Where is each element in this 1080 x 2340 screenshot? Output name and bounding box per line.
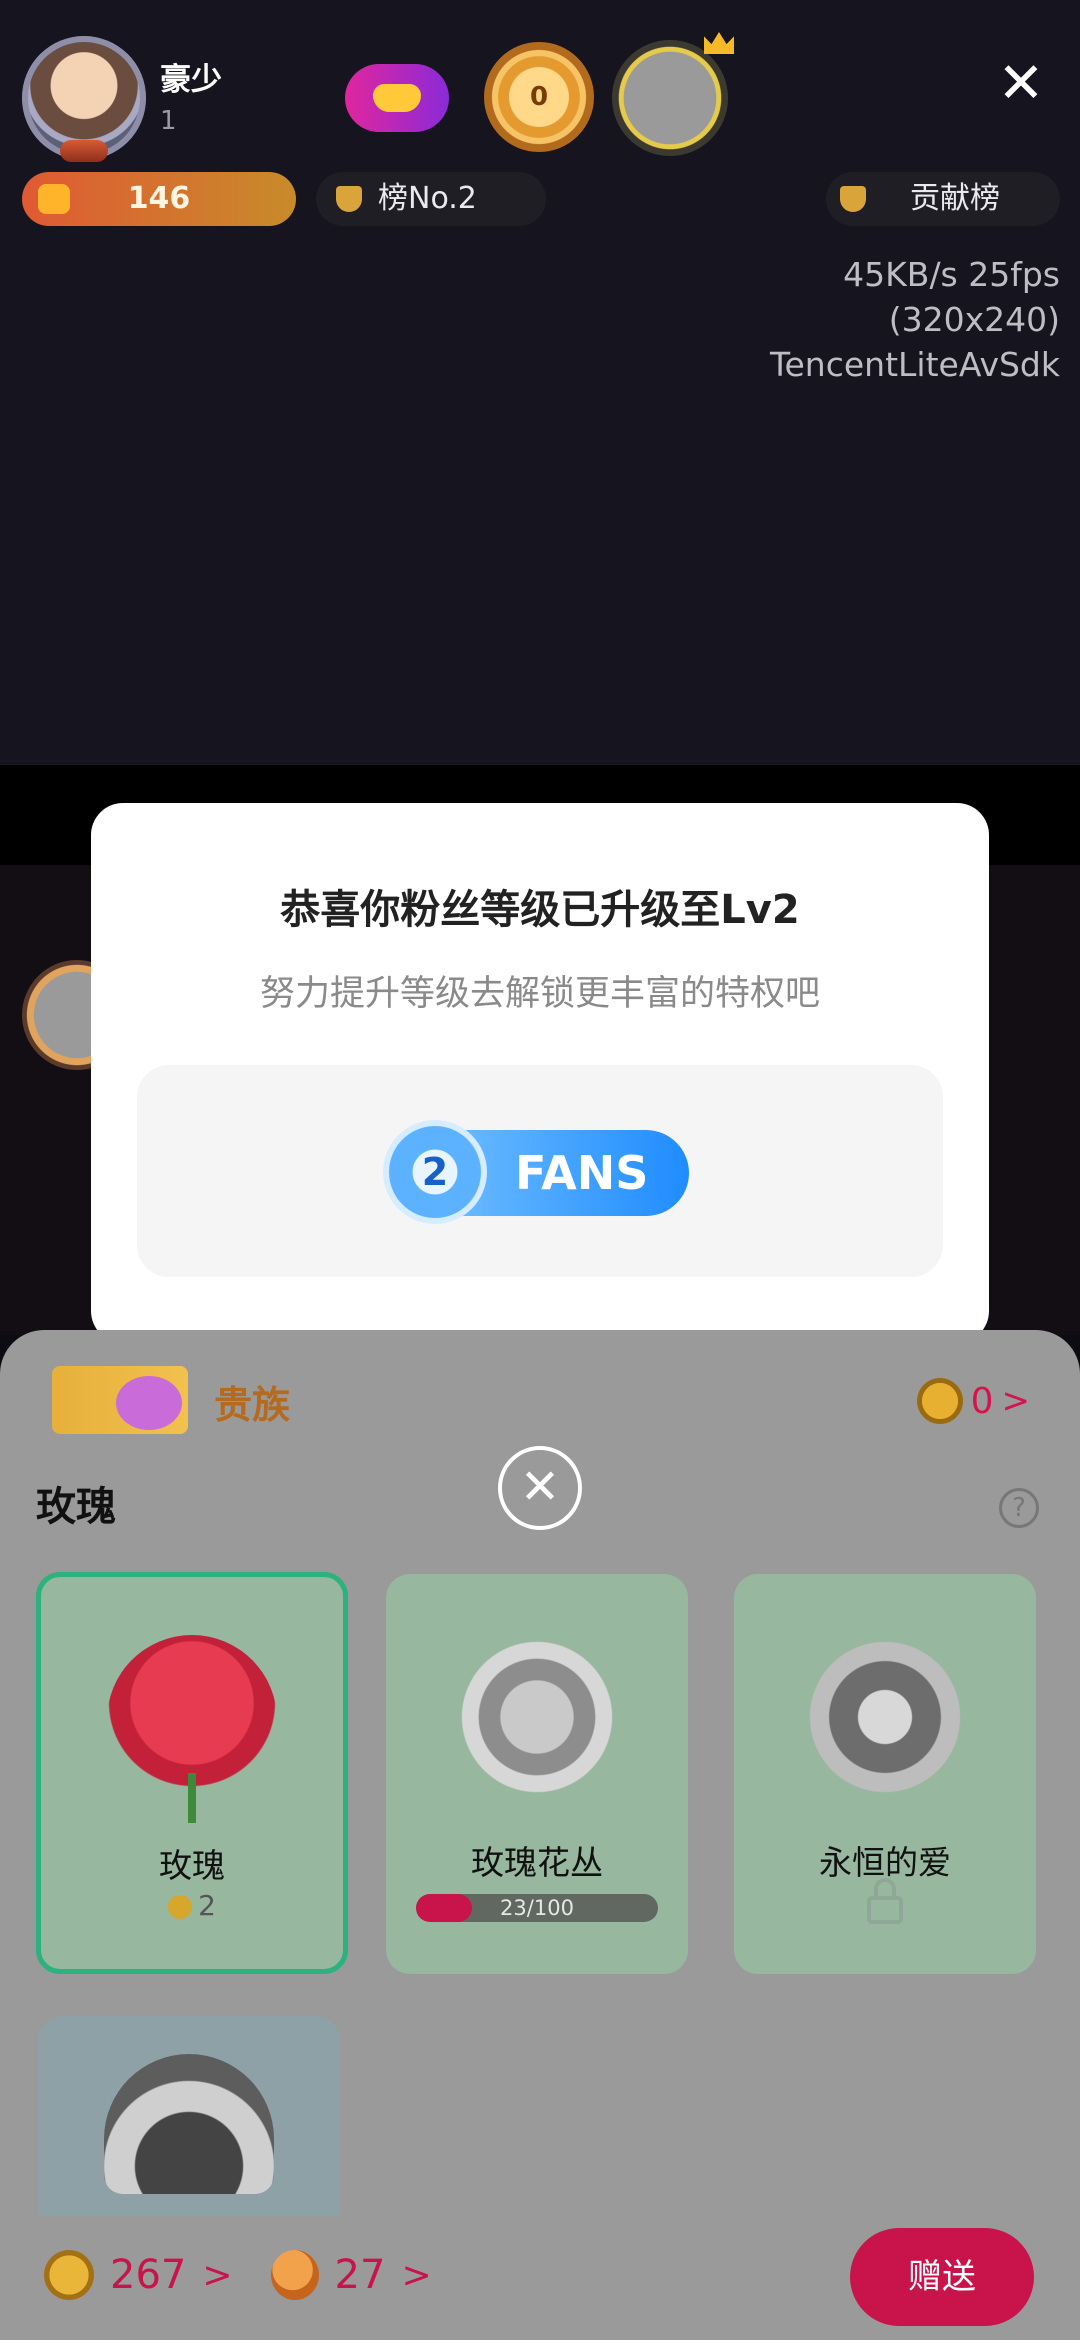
stats-sdk: TencentLiteAvSdk: [769, 345, 1060, 384]
heart-icon: 2: [383, 1120, 487, 1224]
eternal-love-icon: [800, 1632, 970, 1802]
fans-label: FANS: [515, 1146, 649, 1200]
rank-pill[interactable]: 榜No.2: [316, 172, 546, 226]
stats-resolution: (320x240): [888, 300, 1060, 339]
rose-stem: [188, 1773, 196, 1823]
umbrella-icon: [104, 2054, 274, 2194]
rank-label: 榜No.2: [378, 181, 477, 216]
close-icon[interactable]: ✕: [996, 56, 1046, 112]
gift-name: 永恒的爱: [819, 1843, 951, 1882]
close-circle-icon[interactable]: ✕: [498, 1446, 582, 1530]
wallet-bar: 267 > 27 >: [44, 2250, 454, 2300]
avatar-badge: [60, 140, 108, 162]
balance[interactable]: 0 >: [916, 1378, 1031, 1424]
follow-button[interactable]: [345, 64, 449, 132]
gift-card-umbrella[interactable]: [38, 2016, 340, 2216]
heart-hands-icon: [373, 84, 421, 112]
dialog-title: 恭喜你粉丝等级已升级至Lv2: [280, 887, 800, 933]
dialog-subtitle: 努力提升等级去解锁更丰富的特权吧: [259, 974, 820, 1014]
level-up-dialog: 恭喜你粉丝等级已升级至Lv2 努力提升等级去解锁更丰富的特权吧 2 FANS: [91, 803, 989, 1343]
gift-card-eternal-love[interactable]: 永恒的爱: [734, 1574, 1036, 1974]
gift-price: 2: [41, 1889, 343, 1922]
top-viewer-avatar[interactable]: [612, 32, 734, 156]
gift-name: 玫瑰: [159, 1846, 225, 1885]
balance-value: 0: [970, 1380, 994, 1422]
bean-count[interactable]: 27: [335, 2252, 386, 2298]
help-icon[interactable]: ?: [999, 1488, 1039, 1528]
chevron-right-icon[interactable]: >: [202, 2255, 232, 2296]
elephant-icon: [116, 1376, 182, 1430]
gift-name: 玫瑰花丛: [471, 1843, 603, 1882]
gold-count: 146: [127, 181, 191, 216]
contribution-label: 贡献榜: [910, 181, 1000, 216]
lock-icon: [867, 1878, 903, 1924]
gold-counter[interactable]: 146: [22, 172, 296, 226]
streamer-name: 豪少: [160, 62, 222, 98]
progress-label: 23/100: [500, 1896, 574, 1920]
medal-value: 0: [529, 82, 549, 112]
trophy-icon: [336, 186, 362, 212]
coin-count[interactable]: 267: [110, 2252, 186, 2298]
coin-icon: [168, 1895, 193, 1919]
coin-icon: [916, 1378, 963, 1424]
chevron-right-icon[interactable]: >: [401, 2255, 431, 2296]
noble-title[interactable]: 贵族: [214, 1374, 290, 1429]
chevron-right-icon: >: [1001, 1381, 1031, 1421]
fans-level: 2: [421, 1150, 449, 1194]
trophy-icon: [840, 186, 866, 212]
gift-card-rose[interactable]: 玫瑰 2: [36, 1572, 348, 1974]
streamer-subtitle: 1: [160, 106, 177, 136]
bean-icon: [270, 2250, 319, 2300]
contribution-rank-button[interactable]: 贡献榜: [826, 172, 1060, 226]
stats-bitrate: 45KB/s 25fps: [843, 255, 1060, 294]
send-button[interactable]: 赠送: [850, 2228, 1034, 2326]
gift-price-value: 2: [198, 1889, 216, 1922]
lock-body: [867, 1896, 903, 1924]
coin-icon: [44, 2250, 94, 2300]
section-title: 玫瑰: [36, 1484, 116, 1530]
gift-card-rose-bouquet[interactable]: 玫瑰花丛 23/100: [386, 1574, 688, 1974]
lock-shackle: [874, 1878, 896, 1898]
bouquet-icon: [452, 1632, 622, 1802]
gift-progress: 23/100: [416, 1894, 658, 1922]
fan-medal-icon[interactable]: 0: [484, 42, 594, 152]
noble-banner[interactable]: [52, 1366, 188, 1434]
stream-stats: 45KB/s 25fps (320x240) TencentLiteAvSdk: [560, 252, 1060, 387]
